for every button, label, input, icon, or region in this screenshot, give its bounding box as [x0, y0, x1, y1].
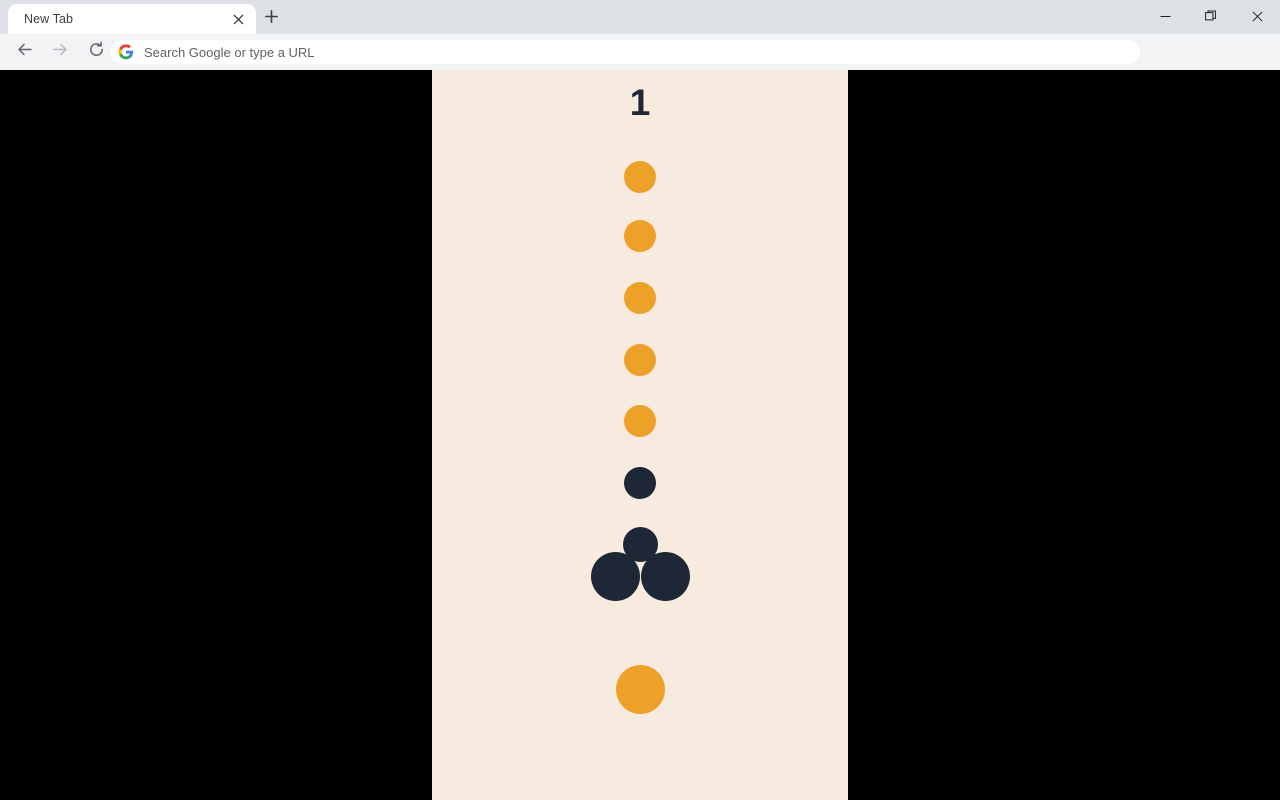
- close-icon[interactable]: [228, 9, 248, 29]
- tab-title: New Tab: [24, 12, 74, 26]
- maximize-restore-button[interactable]: [1188, 0, 1234, 32]
- address-bar[interactable]: Search Google or type a URL: [110, 40, 1140, 64]
- arrow-back-icon: [16, 41, 33, 63]
- window-controls: [1142, 0, 1280, 32]
- browser-toolbar: Search Google or type a URL: [0, 34, 1280, 104]
- tab-strip: New Tab: [0, 0, 1280, 34]
- game-ball-queued-orange-3: [624, 282, 656, 314]
- window-close-button[interactable]: [1234, 0, 1280, 32]
- game-ball-queued-orange-5: [624, 405, 656, 437]
- tab-new-tab[interactable]: New Tab: [8, 4, 256, 34]
- address-bar-text: Search Google or type a URL: [144, 44, 315, 60]
- game-ball-queued-orange-4: [624, 344, 656, 376]
- game-ball-queued-orange-1: [624, 161, 656, 193]
- game-ball-cluster-dark-right: [640, 551, 690, 601]
- reload-button[interactable]: [82, 38, 110, 66]
- game-ball-shooter-orange: [615, 664, 665, 714]
- google-g-icon: [118, 44, 134, 60]
- game-ball-queued-orange-2: [624, 220, 656, 252]
- new-tab-button[interactable]: [258, 6, 284, 32]
- arrow-forward-icon: [52, 41, 69, 63]
- score-display: 1: [629, 82, 651, 123]
- game-ball-queued-dark-1: [624, 467, 656, 499]
- browser-window: New Tab Search Google or type a URL 1: [0, 0, 1280, 800]
- reload-icon: [88, 41, 105, 63]
- minimize-button[interactable]: [1142, 0, 1188, 32]
- forward-button[interactable]: [46, 38, 74, 66]
- game-ball-cluster-dark-left: [590, 551, 640, 601]
- plus-icon: [264, 10, 278, 28]
- back-button[interactable]: [10, 38, 38, 66]
- game-playfield[interactable]: 1: [432, 70, 848, 800]
- page-viewport: 1: [0, 70, 1280, 800]
